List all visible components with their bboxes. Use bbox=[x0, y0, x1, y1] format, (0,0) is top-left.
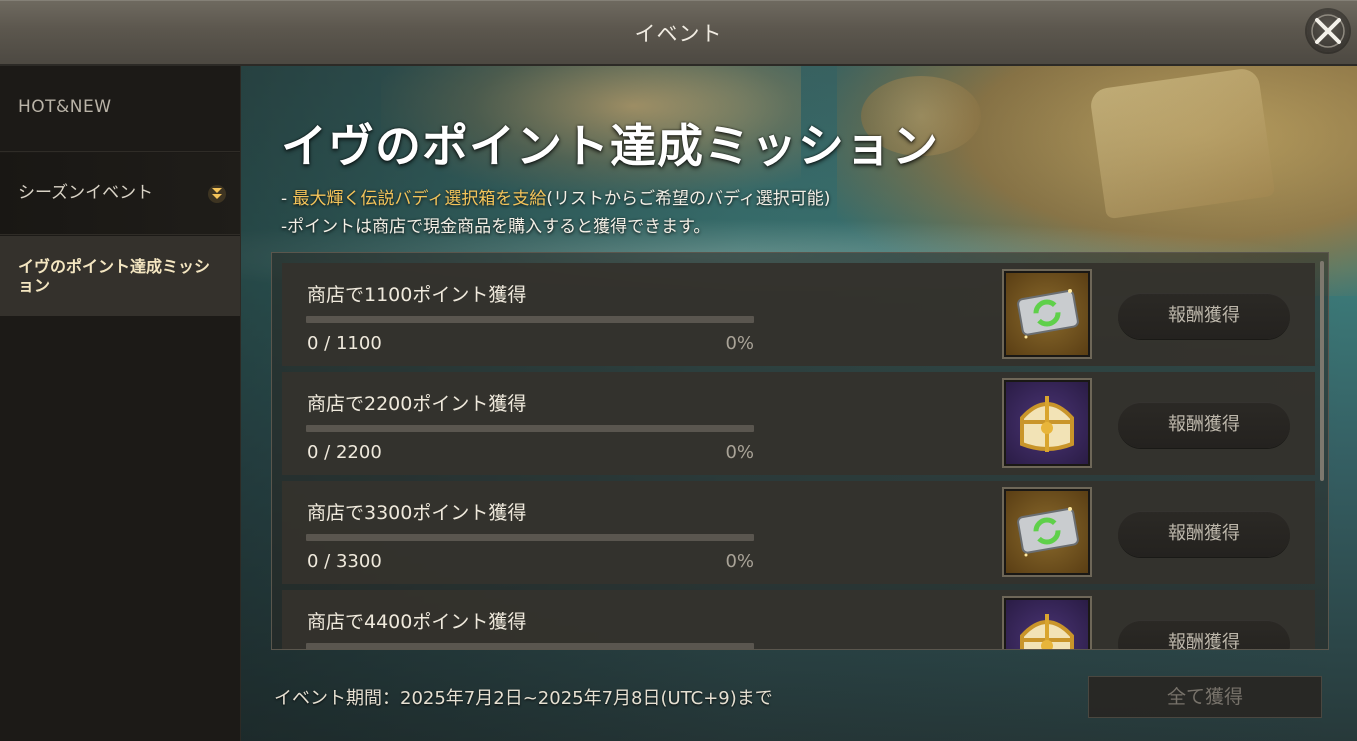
progress-count: 0 / 1100 bbox=[307, 333, 382, 354]
sidebar-item-label: イヴのポイント達成ミッション bbox=[18, 257, 211, 295]
sidebar-item-season-event[interactable]: シーズンイベント bbox=[0, 153, 240, 235]
window-title: イベント bbox=[634, 22, 723, 46]
event-description-1: - 最大輝く伝説バディ選択箱を支給(リストからご希望のバディ選択可能) bbox=[281, 189, 831, 209]
reward-item[interactable] bbox=[1002, 269, 1092, 359]
mission-label: 商店で3300ポイント獲得 bbox=[307, 502, 527, 524]
chest-icon bbox=[1020, 396, 1074, 452]
ticket-icon bbox=[1017, 507, 1079, 557]
mission-row: 商店で1100ポイント獲得 0 / 1100 0% 報酬獲得 bbox=[282, 263, 1315, 366]
sidebar-item-points-mission[interactable]: イヴのポイント達成ミッション bbox=[0, 236, 240, 316]
chevron-down-icon bbox=[208, 185, 226, 203]
progress-count: 0 / 3300 bbox=[307, 551, 382, 572]
close-button[interactable] bbox=[1307, 10, 1349, 52]
mission-row: 商店で3300ポイント獲得 0 / 3300 0% 報酬獲得 bbox=[282, 481, 1315, 584]
claim-all-button[interactable]: 全て獲得 bbox=[1088, 676, 1322, 718]
event-title: イヴのポイント達成ミッション bbox=[281, 119, 939, 173]
progress-percent: 0% bbox=[725, 442, 754, 463]
claim-reward-button[interactable]: 報酬獲得 bbox=[1118, 402, 1290, 448]
progress-bar bbox=[306, 643, 754, 649]
sidebar-item-hot-new[interactable]: HOT&NEW bbox=[0, 66, 240, 152]
event-panel: イヴのポイント達成ミッション - 最大輝く伝説バディ選択箱を支給(リストからご希… bbox=[241, 66, 1357, 741]
ticket-icon bbox=[1017, 289, 1079, 339]
sidebar: HOT&NEW シーズンイベント イヴのポイント達成ミッション bbox=[0, 66, 241, 741]
close-icon bbox=[1311, 14, 1345, 48]
progress-percent: 0% bbox=[725, 333, 754, 354]
mission-row: 商店で4400ポイント獲得 報酬獲得 bbox=[282, 590, 1315, 649]
sidebar-item-label: HOT&NEW bbox=[18, 97, 112, 117]
chest-icon bbox=[1020, 614, 1074, 649]
progress-percent: 0% bbox=[725, 551, 754, 572]
reward-item[interactable] bbox=[1002, 596, 1092, 649]
highlight-text: 最大輝く伝説バディ選択箱を支給 bbox=[292, 189, 547, 209]
progress-count: 0 / 2200 bbox=[307, 442, 382, 463]
sidebar-item-label: シーズンイベント bbox=[18, 183, 154, 203]
mission-list[interactable]: 商店で1100ポイント獲得 0 / 1100 0% 報酬獲得 商店で2200ポイ… bbox=[271, 252, 1329, 650]
mission-label: 商店で2200ポイント獲得 bbox=[307, 393, 527, 415]
scrollbar[interactable] bbox=[1320, 261, 1324, 481]
reward-item[interactable] bbox=[1002, 378, 1092, 468]
mission-label: 商店で1100ポイント獲得 bbox=[307, 284, 527, 306]
progress-bar bbox=[306, 534, 754, 541]
claim-reward-button[interactable]: 報酬獲得 bbox=[1118, 511, 1290, 557]
claim-reward-button[interactable]: 報酬獲得 bbox=[1118, 620, 1290, 649]
event-period: イベント期間：2025年7月2日~2025年7月8日(UTC+9)まで bbox=[274, 688, 773, 709]
progress-bar bbox=[306, 425, 754, 432]
mission-row: 商店で2200ポイント獲得 0 / 2200 0% 報酬獲得 bbox=[282, 372, 1315, 475]
progress-bar bbox=[306, 316, 754, 323]
mission-label: 商店で4400ポイント獲得 bbox=[307, 611, 527, 633]
claim-reward-button[interactable]: 報酬獲得 bbox=[1118, 293, 1290, 339]
title-bar: イベント bbox=[0, 0, 1357, 66]
event-description-2: -ポイントは商店で現金商品を購入すると獲得できます。 bbox=[281, 217, 711, 237]
reward-item[interactable] bbox=[1002, 487, 1092, 577]
